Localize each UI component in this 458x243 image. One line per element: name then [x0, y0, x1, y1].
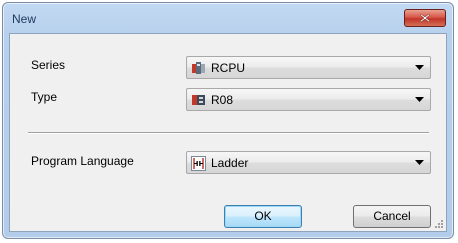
resize-grip-icon[interactable] — [434, 219, 444, 229]
chevron-down-icon — [415, 65, 424, 70]
chevron-down-icon — [415, 97, 424, 102]
cpu-type-icon — [192, 95, 205, 105]
program-language-label: Program Language — [31, 154, 134, 168]
program-language-combobox[interactable]: Ladder — [186, 151, 431, 174]
type-label: Type — [31, 90, 58, 104]
close-button[interactable] — [404, 9, 446, 27]
program-language-value: Ladder — [211, 156, 249, 170]
new-dialog-window: New Series RCPU Type R08 Program Languag… — [2, 2, 454, 239]
series-combobox[interactable]: RCPU — [186, 56, 431, 79]
ladder-icon — [191, 156, 206, 171]
chevron-down-icon — [415, 160, 424, 165]
close-icon — [420, 14, 430, 22]
cancel-button[interactable]: Cancel — [353, 205, 431, 228]
title-bar: New — [3, 3, 453, 33]
separator — [28, 132, 429, 134]
cpu-series-icon — [192, 62, 205, 74]
type-combobox[interactable]: R08 — [186, 88, 431, 111]
type-value: R08 — [211, 93, 234, 107]
series-label: Series — [31, 58, 66, 72]
dialog-body: Series RCPU Type R08 Program Language La… — [9, 33, 447, 232]
dialog-title: New — [12, 12, 37, 26]
ok-button[interactable]: OK — [224, 205, 302, 228]
series-value: RCPU — [211, 61, 246, 75]
